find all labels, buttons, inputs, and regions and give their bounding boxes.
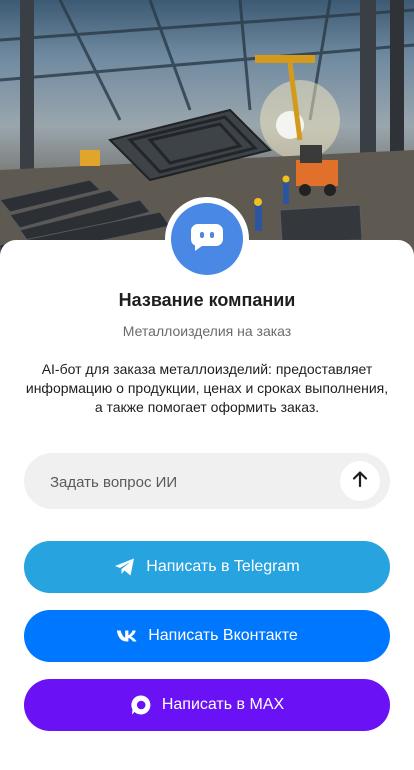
telegram-button-label: Написать в Telegram: [146, 558, 300, 575]
company-name: Название компании: [118, 290, 296, 310]
company-tagline: Металлоизделия на заказ: [122, 323, 292, 339]
company-description: AI-бот для заказа металлоизделий: предос…: [25, 361, 389, 415]
max-button-label: Написать в MAX: [161, 696, 285, 713]
max-icon: [130, 694, 152, 716]
vk-button[interactable]: Написать Вконтакте: [24, 610, 390, 662]
vk-icon: [116, 625, 138, 647]
ask-ai-box: [24, 453, 390, 511]
arrow-up-icon: [352, 470, 368, 493]
avatar: [171, 203, 243, 275]
ask-ai-input[interactable]: [48, 453, 322, 511]
max-button[interactable]: Написать в MAX: [24, 679, 390, 731]
send-button[interactable]: [340, 461, 380, 501]
telegram-icon: [114, 556, 136, 578]
chat-bot-icon: [190, 222, 224, 257]
telegram-button[interactable]: Написать в Telegram: [24, 541, 390, 593]
vk-button-label: Написать Вконтакте: [148, 627, 298, 644]
